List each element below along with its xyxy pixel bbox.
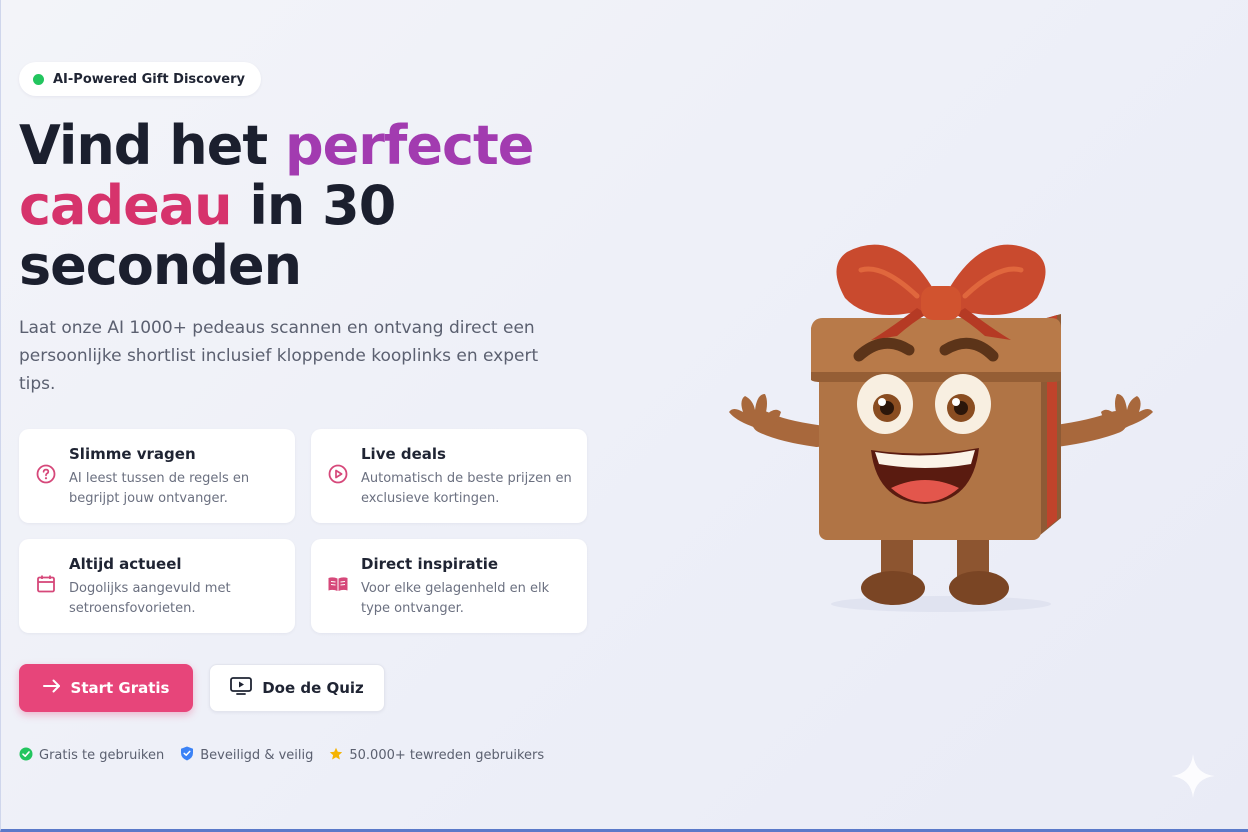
trust-item-gebruikers: 50.000+ tewreden gebruikers xyxy=(329,747,544,765)
arrow-right-icon xyxy=(42,679,61,697)
calendar-icon xyxy=(35,573,57,595)
headline-part-1: Vind het xyxy=(19,114,285,177)
headline-highlight-perfecte: perfecte xyxy=(284,114,534,177)
gift-box-mascot-illustration xyxy=(729,244,1153,612)
question-circle-icon xyxy=(35,463,57,485)
monitor-play-icon xyxy=(230,677,253,699)
landing-page: AI-Powered Gift Discovery Vind het perfe… xyxy=(1,0,1248,832)
badge-label: AI-Powered Gift Discovery xyxy=(53,71,245,87)
start-gratis-button[interactable]: Start Gratis xyxy=(19,664,193,712)
feature-card-slimme-vragen: Slimme vragen AI leest tussen de regels … xyxy=(19,429,295,523)
star-icon xyxy=(329,747,343,765)
feature-title: Altijd actueel xyxy=(69,555,182,573)
feature-description: Dogolijks aangevuld met setroensfovoriet… xyxy=(69,581,231,616)
check-circle-icon xyxy=(19,747,33,765)
trust-item-gratis: Gratis te gebruiken xyxy=(19,747,164,765)
trust-label: Gratis te gebruiken xyxy=(39,748,165,763)
shield-check-icon xyxy=(180,746,194,765)
headline-highlight-cadeau: cadeau xyxy=(19,174,233,237)
status-dot-icon xyxy=(33,73,44,85)
start-gratis-label: Start Gratis xyxy=(70,679,170,697)
doe-de-quiz-button[interactable]: Doe de Quiz xyxy=(209,664,385,712)
feature-title: Direct inspiratie xyxy=(361,555,499,573)
feature-card-live-deals: Live deals Automatisch de beste prijzen … xyxy=(311,429,587,523)
feature-title: Live deals xyxy=(361,445,446,463)
trust-label: Beveiligd & veilig xyxy=(200,748,314,763)
feature-description: Automatisch de beste prijzen en exclusie… xyxy=(361,471,572,506)
hero-subtitle: Laat onze AI 1000+ pedeaus scannen en on… xyxy=(19,318,539,394)
feature-title: Slimme vragen xyxy=(69,445,196,463)
trust-indicators: Gratis te gebruiken Beveiligd & veilig 5… xyxy=(19,746,544,765)
feature-card-altijd-actueel: Altijd actueel Dogolijks aangevuld met s… xyxy=(19,539,295,633)
play-circle-icon xyxy=(327,463,349,485)
feature-card-direct-inspiratie: Direct inspiratie Voor elke gelagenheld … xyxy=(311,539,587,633)
sparkle-icon xyxy=(1171,754,1215,798)
hero-headline: Vind het perfecte cadeau in 30 seconden xyxy=(19,116,619,296)
trust-label: 50.000+ tewreden gebruikers xyxy=(349,748,545,763)
doe-de-quiz-label: Doe de Quiz xyxy=(262,679,364,697)
headline-part-4: in 30 xyxy=(231,174,396,237)
feature-description: Voor elke gelagenheld en elk type ontvan… xyxy=(361,581,550,616)
ai-badge: AI-Powered Gift Discovery xyxy=(19,62,261,96)
trust-item-beveiligd: Beveiligd & veilig xyxy=(180,746,313,765)
book-open-icon xyxy=(327,573,349,595)
feature-description: AI leest tussen de regels en begrijpt jo… xyxy=(69,471,250,506)
headline-part-5: seconden xyxy=(19,234,302,297)
